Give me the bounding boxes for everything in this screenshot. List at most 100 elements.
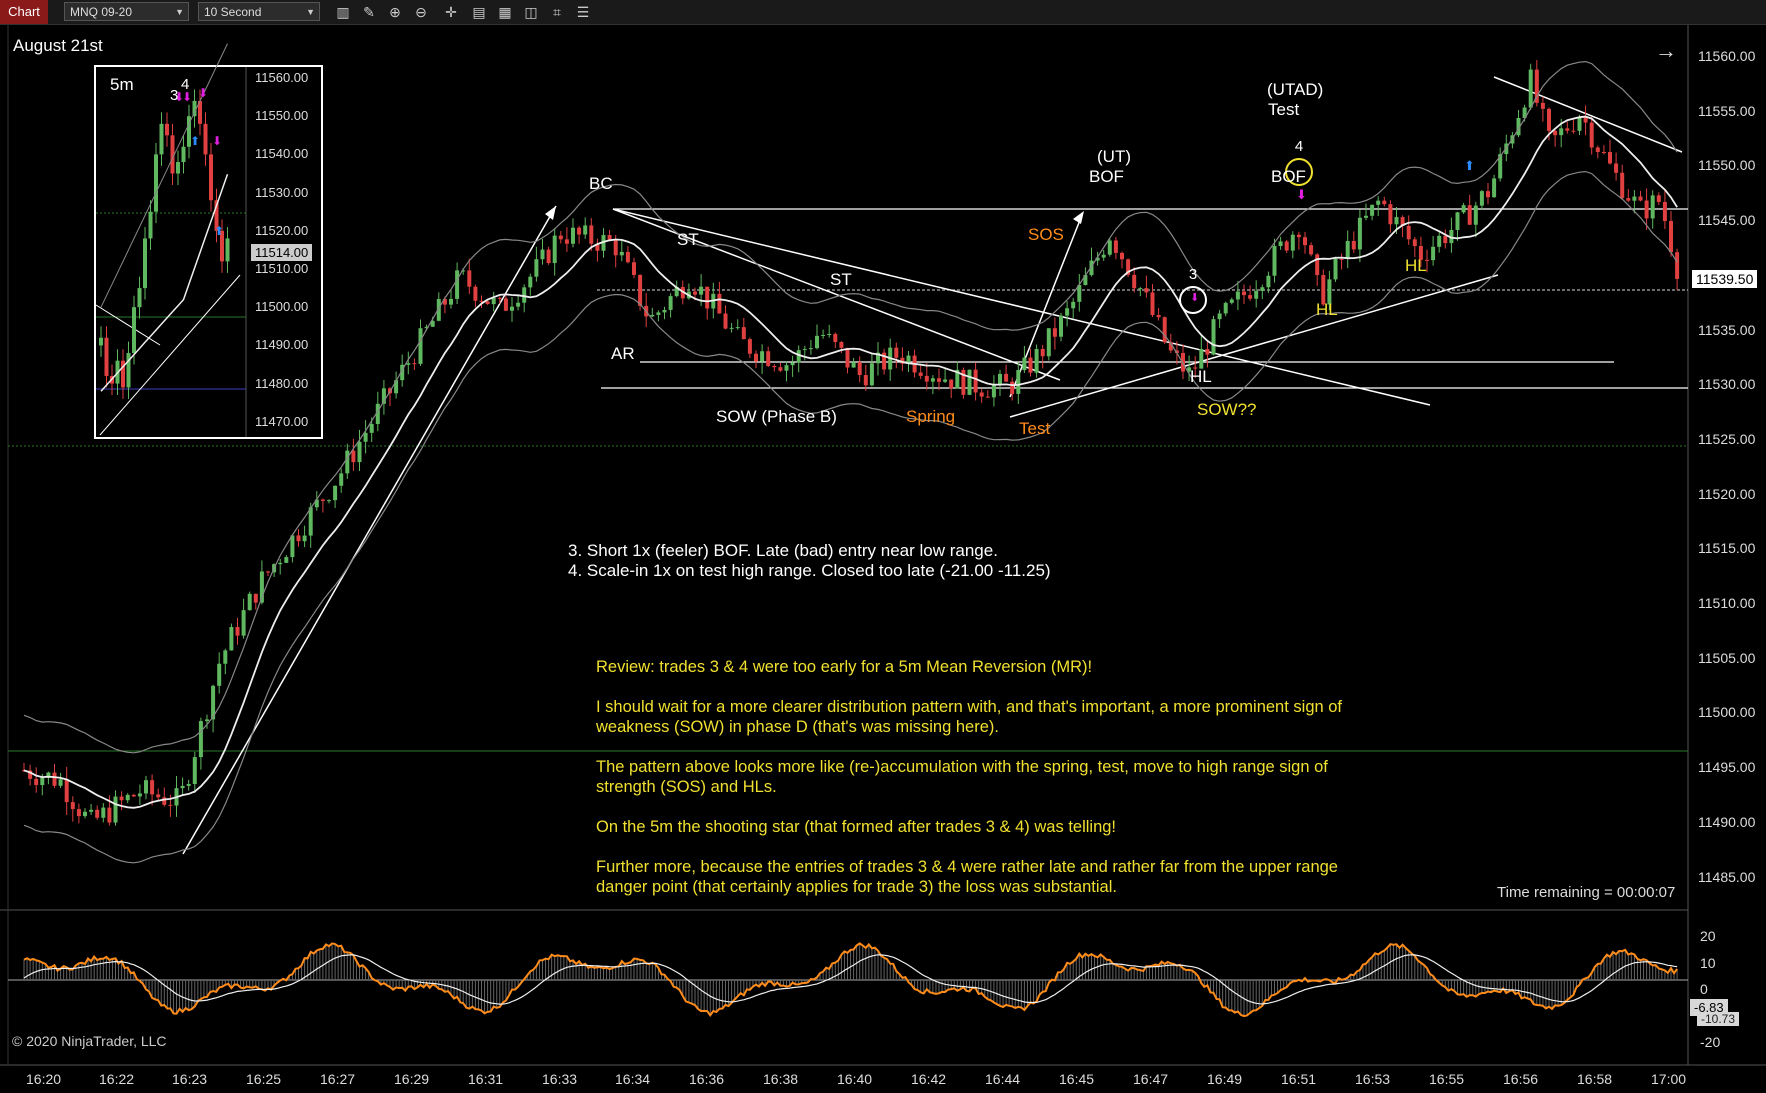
- candle-body: [924, 375, 929, 382]
- candle-body: [790, 362, 795, 366]
- candle-body: [1461, 205, 1466, 213]
- candle-body: [1443, 235, 1448, 244]
- candle-body: [1138, 288, 1143, 290]
- indicators-icon[interactable]: ◫: [522, 3, 540, 21]
- candle-body: [1071, 301, 1076, 309]
- strategies-icon[interactable]: ⌗: [548, 3, 566, 21]
- candle-body: [839, 342, 844, 348]
- label-sos: SOS: [1028, 225, 1064, 244]
- candle-body: [1675, 252, 1680, 279]
- inset-candle-body: [104, 337, 109, 376]
- inset-candle-body: [225, 238, 230, 262]
- candle-body: [345, 450, 350, 474]
- candle-body: [1388, 204, 1393, 225]
- chart-properties-icon[interactable]: ▦: [496, 3, 514, 21]
- time-tick: 16:49: [1207, 1071, 1243, 1087]
- candle-body: [741, 327, 746, 340]
- instrument-selector[interactable]: MNQ 09-20 ▼: [64, 2, 189, 21]
- candle-body: [967, 369, 972, 395]
- candle-body: [1486, 191, 1490, 198]
- candle-body: [1382, 200, 1387, 205]
- inset-price-tick: 11490.00: [255, 337, 309, 353]
- candle-body: [1547, 108, 1551, 131]
- candle-body: [668, 296, 673, 310]
- label-utad: (UTAD): [1267, 80, 1324, 99]
- candle-body: [943, 379, 948, 382]
- candle-body: [186, 784, 191, 786]
- candle-body: [1101, 254, 1106, 258]
- copyright: © 2020 NinjaTrader, LLC: [12, 1033, 167, 1049]
- label-st-1: ST: [677, 230, 699, 249]
- date-label: August 21st: [13, 36, 103, 55]
- candle-body: [1010, 381, 1015, 394]
- arrow-head: [1073, 211, 1084, 224]
- candle-body: [266, 571, 270, 573]
- candle-body: [1656, 195, 1661, 202]
- candle-body: [1492, 178, 1497, 198]
- candle-body: [1223, 302, 1228, 314]
- candle-body: [796, 350, 801, 363]
- candle-body: [760, 351, 765, 362]
- candle-body: [1266, 275, 1271, 288]
- candle-body: [351, 450, 356, 463]
- arrow-right-icon[interactable]: →: [1655, 38, 1677, 64]
- time-tick: 17:00: [1651, 1071, 1687, 1087]
- sell-arrow-icon: ⬇: [1190, 291, 1199, 304]
- candle-body: [327, 500, 331, 502]
- candle-body: [1595, 147, 1600, 152]
- chart-trader-icon[interactable]: ☰: [574, 3, 592, 21]
- candle-body: [735, 327, 740, 329]
- candle-body: [991, 384, 996, 398]
- candle-body: [729, 327, 734, 329]
- osc-value-2: -10.73: [1697, 1012, 1740, 1026]
- candle-body: [949, 379, 954, 389]
- pencil-draw-icon[interactable]: ✎: [360, 3, 378, 21]
- candle-body: [1364, 215, 1368, 218]
- time-tick: 16:42: [911, 1071, 947, 1087]
- label-ut: (UT): [1097, 147, 1131, 166]
- inset-candle-body: [137, 288, 142, 308]
- price-tick: 11520.00: [1698, 485, 1756, 502]
- osc-tick: 20: [1700, 928, 1716, 944]
- candle-body: [808, 348, 813, 350]
- review-line-5: strength (SOS) and HLs.: [596, 778, 777, 796]
- label-bof-1: BOF: [1089, 167, 1124, 186]
- candle-body: [699, 286, 704, 295]
- data-box-icon[interactable]: ▤: [470, 3, 488, 21]
- candle-body: [1120, 252, 1124, 260]
- label-sow-phase-b: SOW (Phase B): [716, 407, 837, 426]
- candle-body: [1248, 295, 1253, 299]
- candle-body: [717, 293, 722, 314]
- candle-body: [650, 314, 655, 317]
- candle-body: [296, 535, 301, 542]
- last-price-badge: 11539.50: [1692, 270, 1758, 288]
- crosshair-icon[interactable]: ✛: [442, 3, 460, 21]
- inset-candle-body: [143, 238, 147, 289]
- interval-selector[interactable]: 10 Second ▼: [198, 2, 320, 21]
- interval-label: 10 Second: [204, 5, 262, 19]
- candle-body: [1132, 274, 1137, 289]
- time-tick: 16:36: [689, 1071, 725, 1087]
- price-tick: 11555.00: [1698, 102, 1756, 119]
- candle-body: [1235, 291, 1240, 300]
- candle-body: [1156, 315, 1161, 318]
- chart-tab[interactable]: Chart: [0, 0, 48, 24]
- candle-body: [137, 793, 142, 797]
- time-tick: 16:22: [99, 1071, 135, 1087]
- candle-body: [369, 424, 374, 433]
- bars-type-icon[interactable]: ▥: [334, 3, 352, 21]
- candle-body: [656, 312, 661, 315]
- candle-body: [1620, 172, 1625, 199]
- candle-body: [113, 796, 118, 823]
- inset-candle-body: [159, 123, 164, 155]
- candle-body: [485, 301, 490, 305]
- candle-body: [918, 372, 923, 376]
- candle-body: [546, 249, 551, 264]
- review-line-8: danger point (that certainly applies for…: [596, 878, 1117, 896]
- inset-price-tick: 11480.00: [255, 375, 309, 391]
- zoom-out-icon[interactable]: ⊖: [412, 3, 430, 21]
- zoom-in-icon[interactable]: ⊕: [386, 3, 404, 21]
- candle-body: [1303, 237, 1307, 246]
- inset-price-tick: 11560.00: [255, 70, 309, 85]
- candle-body: [1412, 239, 1417, 246]
